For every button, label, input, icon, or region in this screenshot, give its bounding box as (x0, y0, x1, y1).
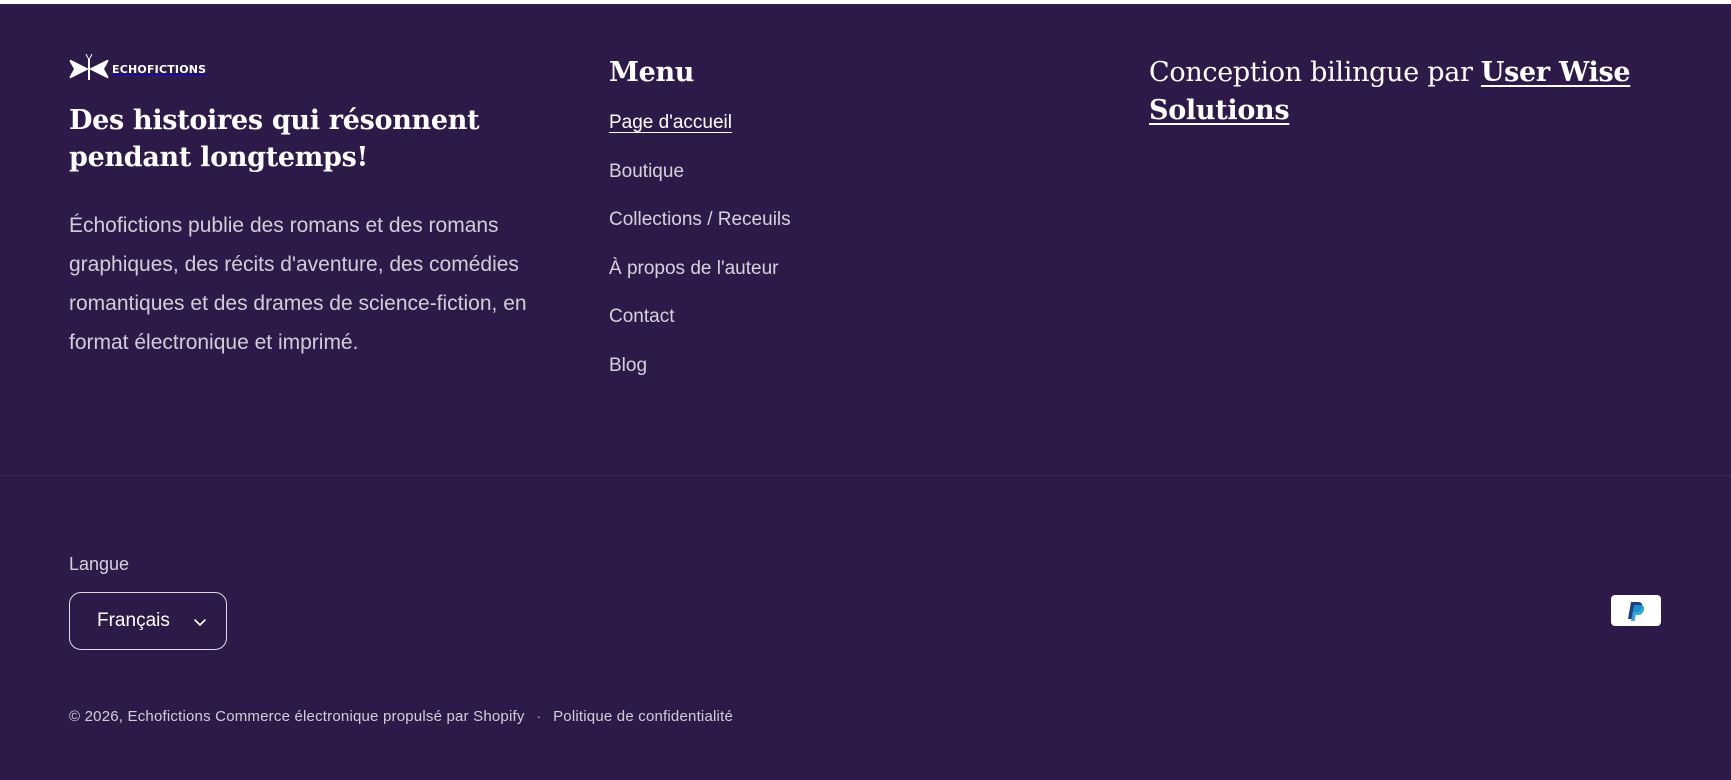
menu-item: À propos de l'auteur (609, 256, 1109, 305)
site-footer: Echofictions Des histoires qui résonnent… (0, 4, 1731, 780)
menu-heading: Menu (609, 57, 695, 88)
copyright-bar: © 2026, Echofictions Commerce électroniq… (69, 707, 733, 727)
menu-item: Contact (609, 304, 1109, 353)
language-select[interactable]: Français (69, 592, 227, 650)
logo[interactable]: Echofictions (69, 54, 589, 84)
legal-separator: · (536, 709, 542, 724)
menu-link-blog[interactable]: Blog (609, 353, 647, 379)
credit-prefix: Conception bilingue par (1149, 57, 1473, 88)
menu-item: Page d'accueil (609, 110, 1109, 159)
paypal-icon (1611, 595, 1661, 626)
menu-link-home[interactable]: Page d'accueil (609, 110, 732, 136)
design-credit: Conception bilingue par User Wise Soluti… (1149, 54, 1669, 130)
menu-link-collections[interactable]: Collections / Receuils (609, 207, 791, 233)
language-value: Français (97, 610, 170, 631)
menu-item: Boutique (609, 159, 1109, 208)
logo-text: Echofictions (112, 62, 207, 76)
menu-link-contact[interactable]: Contact (609, 304, 674, 330)
menu-item: Collections / Receuils (609, 207, 1109, 256)
footer-credit-column: Conception bilingue par User Wise Soluti… (1149, 54, 1669, 130)
copyright-text: © 2026, Echofictions Commerce électroniq… (69, 708, 525, 725)
footer-menu: Menu Page d'accueil Boutique Collections… (609, 54, 1109, 401)
language-label: Langue (69, 554, 130, 574)
brand-tagline: Des histoires qui résonnent pendant long… (69, 105, 480, 173)
menu-list: Page d'accueil Boutique Collections / Re… (609, 110, 1109, 401)
chevron-down-icon (193, 614, 207, 632)
menu-item: Blog (609, 353, 1109, 402)
footer-brand-column: Echofictions Des histoires qui résonnent… (69, 54, 589, 362)
menu-link-about-author[interactable]: À propos de l'auteur (609, 256, 778, 282)
privacy-policy-link[interactable]: Politique de confidentialité (553, 707, 733, 727)
butterfly-icon (69, 54, 109, 84)
footer-divider (0, 475, 1731, 476)
menu-link-shop[interactable]: Boutique (609, 159, 684, 185)
brand-description: Échofictions publie des romans et des ro… (69, 214, 527, 354)
